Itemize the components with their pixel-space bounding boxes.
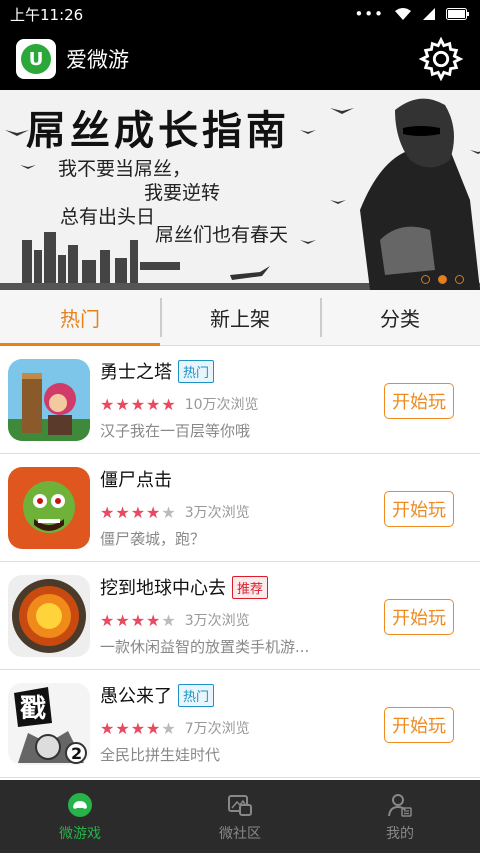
view-count: 3万次浏览 — [184, 613, 250, 629]
nav-item-profile[interactable]: 我的 — [320, 780, 480, 853]
zombie-icon — [8, 466, 90, 549]
tab-new[interactable]: 新上架 — [160, 290, 320, 345]
view-count: 10万次浏览 — [184, 397, 259, 413]
status-time: 上午11:26 — [10, 5, 84, 24]
tower-warrior-icon — [8, 358, 90, 441]
banner-line: 我不要当屌丝， — [58, 158, 192, 180]
status-bar: 上午11:26 ••• — [0, 0, 480, 28]
community-icon — [228, 794, 252, 816]
list-item[interactable]: 挖到地球中心去 推荐 ★★★★★ 3万次浏览 一款休闲益智的放置类手机游... … — [0, 562, 480, 670]
banner-line: 我要逆转 — [144, 182, 221, 204]
list-item[interactable]: 勇士之塔 热门 ★★★★★ 10万次浏览 汉子我在一百层等你哦 开始玩 — [0, 346, 480, 454]
pagination-dot[interactable] — [455, 275, 464, 284]
hot-badge: 热门 — [178, 359, 215, 383]
banner-line: 屌丝们也有春天 — [155, 224, 289, 246]
gamepad-icon — [68, 792, 92, 817]
banner-title: 屌丝成长指南 — [26, 107, 290, 154]
view-count: 7万次浏览 — [184, 721, 250, 737]
list-item[interactable]: 僵尸点击 ★★★★★ 3万次浏览 僵尸袭城，跑？ 开始玩 — [0, 454, 480, 562]
profile-icon — [388, 793, 412, 817]
yugong-icon: 戳 2 — [8, 682, 90, 765]
play-button[interactable]: 开始玩 — [384, 599, 454, 635]
game-description: 僵尸袭城，跑？ — [100, 530, 206, 548]
game-title: 僵尸点击 — [100, 470, 172, 491]
rating-stars: ★★★★★ — [100, 718, 177, 738]
nav-label: 我的 — [386, 825, 414, 842]
banner-pagination — [421, 275, 464, 284]
battery-icon — [446, 8, 469, 20]
pagination-dot[interactable] — [438, 275, 447, 284]
svg-text:2: 2 — [71, 744, 82, 763]
earth-core-icon — [8, 574, 90, 657]
banner-line: 总有出头日 — [60, 206, 156, 228]
app-header: U 爱微游 — [0, 28, 480, 90]
game-list: 勇士之塔 热门 ★★★★★ 10万次浏览 汉子我在一百层等你哦 开始玩 僵尸点击… — [0, 346, 480, 778]
game-description: 汉子我在一百层等你哦 — [100, 422, 251, 440]
game-description: 一款休闲益智的放置类手机游... — [100, 638, 310, 656]
play-button[interactable]: 开始玩 — [384, 383, 454, 419]
rating-stars: ★★★★★ — [100, 394, 177, 414]
hot-badge: 热门 — [178, 683, 215, 707]
game-title: 挖到地球中心去 — [100, 578, 226, 599]
nav-label: 微社区 — [219, 825, 261, 842]
gear-icon[interactable] — [418, 36, 464, 82]
tab-category[interactable]: 分类 — [320, 290, 480, 345]
nav-item-community[interactable]: 微社区 — [160, 780, 320, 853]
rating-stars: ★★★★★ — [100, 610, 177, 630]
app-title: 爱微游 — [66, 48, 129, 72]
game-title: 勇士之塔 — [100, 362, 172, 383]
category-tabs: 热门 新上架 分类 — [0, 290, 480, 346]
nav-item-games[interactable]: 微游戏 — [0, 780, 160, 853]
tab-hot[interactable]: 热门 — [0, 290, 160, 346]
promo-banner[interactable]: 屌丝成长指南 我不要当屌丝， 我要逆转 总有出头日 屌丝们也有春天 — [0, 90, 480, 290]
list-item[interactable]: 戳 2 愚公来了 热门 ★★★★★ 7万次浏览 全民比拼生娃时代 开始玩 — [0, 670, 480, 778]
view-count: 3万次浏览 — [184, 505, 250, 521]
game-title: 愚公来了 — [100, 686, 172, 707]
wifi-icon — [395, 8, 411, 20]
nav-label: 微游戏 — [59, 825, 101, 842]
recommend-badge: 推荐 — [232, 575, 269, 599]
svg-text:戳: 戳 — [20, 694, 46, 724]
rating-stars: ★★★★★ — [100, 502, 177, 522]
signal-icon — [423, 8, 435, 20]
pagination-dot[interactable] — [421, 275, 430, 284]
app-logo: U — [16, 39, 56, 79]
play-button[interactable]: 开始玩 — [384, 491, 454, 527]
play-button[interactable]: 开始玩 — [384, 707, 454, 743]
game-description: 全民比拼生娃时代 — [100, 746, 221, 764]
logo-letter: U — [21, 44, 51, 74]
bottom-nav: 微游戏 微社区 我的 — [0, 780, 480, 853]
more-dots-icon: ••• — [354, 5, 384, 23]
